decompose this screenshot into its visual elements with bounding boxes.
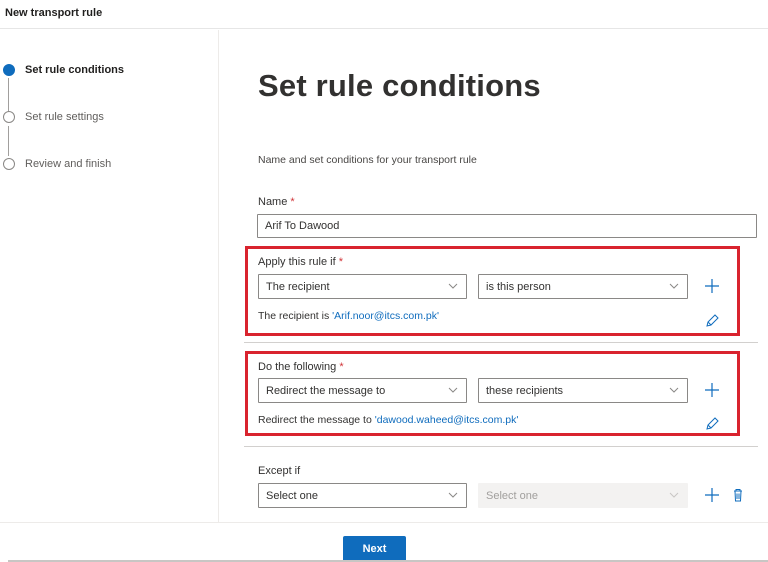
step-set-rule-conditions[interactable]: Set rule conditions [0,63,200,79]
step-pending-indicator-icon [3,158,15,170]
step-connector [8,126,9,156]
delete-trash-icon[interactable] [729,486,747,504]
step-connector [8,78,9,114]
chevron-down-icon [448,387,458,393]
rule-name-input[interactable]: Arif To Dawood [257,214,757,238]
required-mark: * [290,196,295,208]
chevron-down-icon [669,283,679,289]
dialog-header: New transport rule [0,0,768,29]
wizard-steps: Set rule conditions Set rule settings Re… [0,30,219,522]
page-title: Set rule conditions [258,68,541,103]
action-target-select[interactable]: these recipients [478,378,688,403]
step-label: Set rule conditions [25,64,125,76]
do-following-label: Do the following * [258,361,344,373]
step-review-and-finish[interactable]: Review and finish [0,157,200,173]
step-label: Set rule settings [25,111,104,123]
action-summary: Redirect the message to 'dawood.waheed@i… [258,414,519,426]
except-condition-select[interactable]: Select one [258,483,467,508]
section-divider [244,342,758,343]
except-if-label: Except if [258,465,301,477]
main-content: Set rule conditions Name and set conditi… [220,30,768,522]
edit-pencil-icon[interactable] [703,312,721,330]
redirect-recipient-link[interactable]: 'dawood.waheed@itcs.com.pk' [375,414,519,426]
edit-pencil-icon[interactable] [703,415,721,433]
add-action-icon[interactable] [703,381,721,399]
step-set-rule-settings[interactable]: Set rule settings [0,110,200,126]
section-divider [244,446,758,447]
chevron-down-icon [448,492,458,498]
action-select[interactable]: Redirect the message to [258,378,467,403]
name-label: Name * [258,196,295,208]
required-mark: * [338,256,343,268]
apply-rule-label: Apply this rule if * [258,256,343,268]
chevron-down-icon [448,283,458,289]
dialog-footer: Next [0,522,768,562]
chevron-down-icon [669,492,679,498]
except-operator-select: Select one [478,483,688,508]
add-condition-icon[interactable] [703,277,721,295]
apply-operator-select[interactable]: is this person [478,274,688,299]
dialog-title: New transport rule [5,7,103,19]
apply-condition-select[interactable]: The recipient [258,274,467,299]
page-description: Name and set conditions for your transpo… [258,154,477,166]
step-label: Review and finish [25,158,112,170]
next-button[interactable]: Next [343,536,406,562]
chevron-down-icon [669,387,679,393]
step-active-indicator-icon [3,64,15,76]
recipient-link[interactable]: 'Arif.noor@itcs.com.pk' [332,310,439,322]
step-pending-indicator-icon [3,111,15,123]
apply-rule-summary: The recipient is 'Arif.noor@itcs.com.pk' [258,310,439,322]
required-mark: * [339,361,344,373]
add-exception-icon[interactable] [703,486,721,504]
